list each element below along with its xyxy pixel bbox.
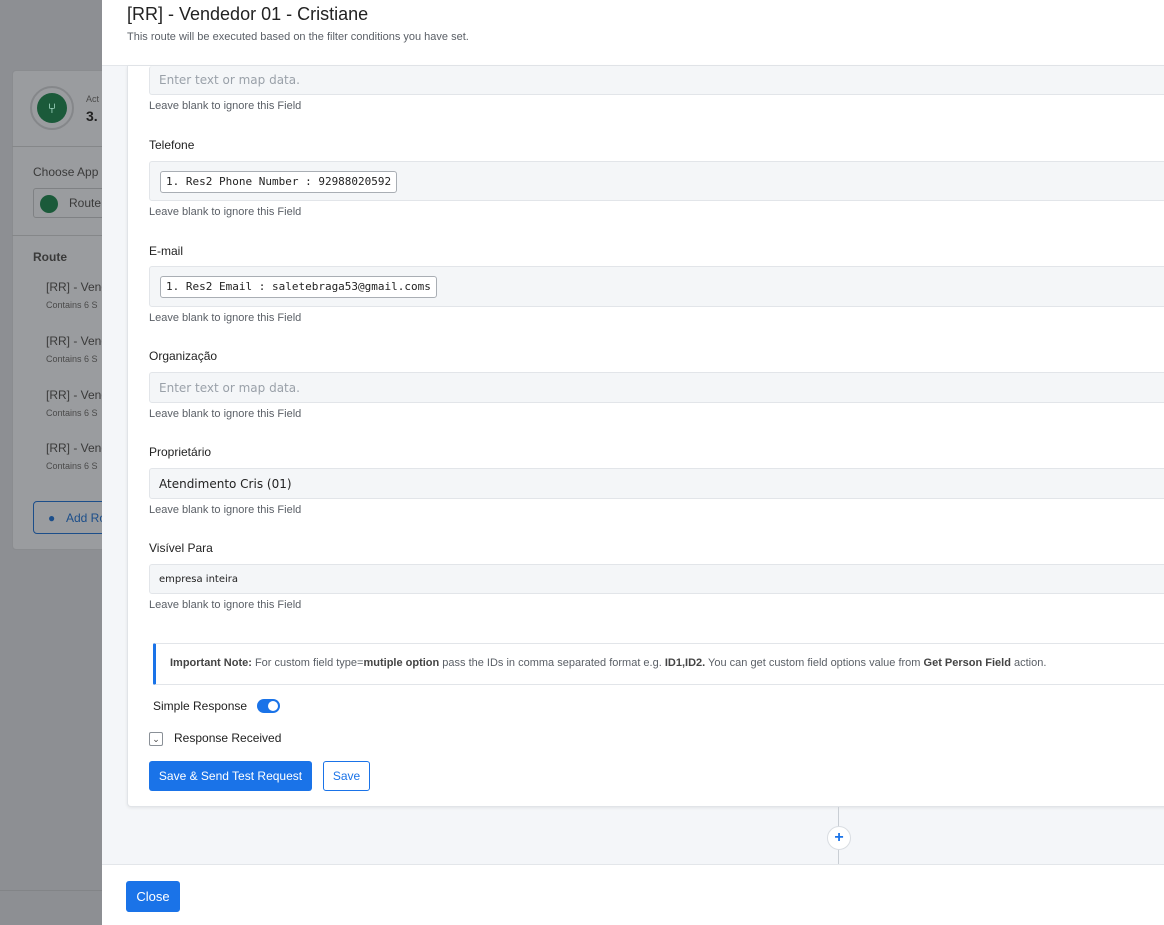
route-item-name[interactable]: [RR] - Vend [46,441,108,455]
important-note: Important Note: For custom field type=mu… [153,643,1164,685]
note-prefix: Important Note: [170,657,252,669]
route-item-sub: Contains 6 S [46,461,98,471]
route-drawer: [RR] - Vendedor 01 - Cristiane This rout… [102,0,1164,925]
telefone-label: Telefone [149,138,195,152]
simple-response-label: Simple Response [153,699,248,713]
divider [12,146,112,147]
organizacao-placeholder: Enter text or map data. [159,381,300,395]
save-send-test-button[interactable]: Save & Send Test Request [149,761,312,791]
route-item-name[interactable]: [RR] - Vend [46,334,108,348]
proprietario-label: Proprietário [149,445,212,459]
background-panel [12,70,112,550]
router-app-icon: ⑂ [30,86,74,130]
toggle-knob [268,701,278,711]
field-hint: Leave blank to ignore this Field [149,599,302,611]
router-icon [40,195,58,213]
note-text-1: For custom field type= [251,657,364,669]
note-bold-1: mutiple option [363,657,440,669]
background-footer [0,890,102,925]
email-label: E-mail [149,244,184,258]
visivel-para-label: Visível Para [149,541,213,555]
choose-app-label: Choose App [33,165,99,179]
visivel-para-value: empresa inteira [159,574,239,585]
close-button[interactable]: Close [126,881,180,912]
top-field-input[interactable]: Enter text or map data. [149,66,1164,95]
field-hint: Leave blank to ignore this Field [149,100,302,112]
field-hint: Leave blank to ignore this Field [149,504,302,516]
field-hint: Leave blank to ignore this Field [149,206,302,218]
route-item-name[interactable]: [RR] - Vend [46,280,108,294]
add-route-button[interactable]: ● Add Ro [33,501,113,534]
route-heading: Route [33,250,67,264]
organizacao-input[interactable]: Enter text or map data. [149,372,1164,403]
field-hint: Leave blank to ignore this Field [149,408,302,420]
proprietario-value: Atendimento Cris (01) [159,477,292,491]
add-route-icon: ● [48,511,56,525]
divider [12,235,112,236]
add-route-label: Add Ro [66,511,107,525]
save-button[interactable]: Save [323,761,370,791]
route-item-sub: Contains 6 S [46,408,98,418]
note-text-4: action. [1010,657,1047,669]
field-hint: Leave blank to ignore this Field [149,312,302,324]
visivel-para-select[interactable]: empresa inteira [149,564,1164,594]
add-step-plus-icon[interactable]: + [827,826,851,850]
app-select-value: Route [69,196,102,210]
note-text-2: pass the IDs in comma separated format e… [439,657,665,669]
email-input[interactable]: 1. Res2 Email : saletebraga53@gmail.coms [149,266,1164,307]
drawer-footer: Close [102,864,1164,925]
organizacao-label: Organização [149,349,218,363]
simple-response-toggle[interactable] [257,699,280,713]
drawer-subtitle: This route will be executed based on the… [127,31,469,43]
chevron-down-icon[interactable]: ⌄ [149,732,163,746]
drawer-title: [RR] - Vendedor 01 - Cristiane [127,4,369,24]
route-item-sub: Contains 6 S [46,300,98,310]
top-field-placeholder: Enter text or map data. [159,73,300,87]
app-select[interactable]: Route [33,188,113,218]
drawer-header: [RR] - Vendedor 01 - Cristiane This rout… [102,0,1164,66]
action-config-card: Enter text or map data. Leave blank to i… [127,66,1164,807]
email-mapped-chip[interactable]: 1. Res2 Email : saletebraga53@gmail.coms [160,276,437,298]
important-note-text: Important Note: For custom field type=mu… [170,657,1046,669]
telefone-input[interactable]: 1. Res2 Phone Number : 92988020592 [149,161,1164,201]
note-text-3: You can get custom field options value f… [705,657,924,669]
note-bold-2: ID1,ID2. [664,657,706,669]
step-label: Act [86,94,100,104]
route-item-sub: Contains 6 S [46,354,98,364]
response-received-label[interactable]: Response Received [174,731,281,745]
step-number: 3. [86,108,98,124]
telefone-mapped-chip[interactable]: 1. Res2 Phone Number : 92988020592 [160,171,398,193]
note-bold-3: Get Person Field [923,657,1011,669]
proprietario-select[interactable]: Atendimento Cris (01) [149,468,1164,499]
route-item-name[interactable]: [RR] - Vend [46,388,108,402]
